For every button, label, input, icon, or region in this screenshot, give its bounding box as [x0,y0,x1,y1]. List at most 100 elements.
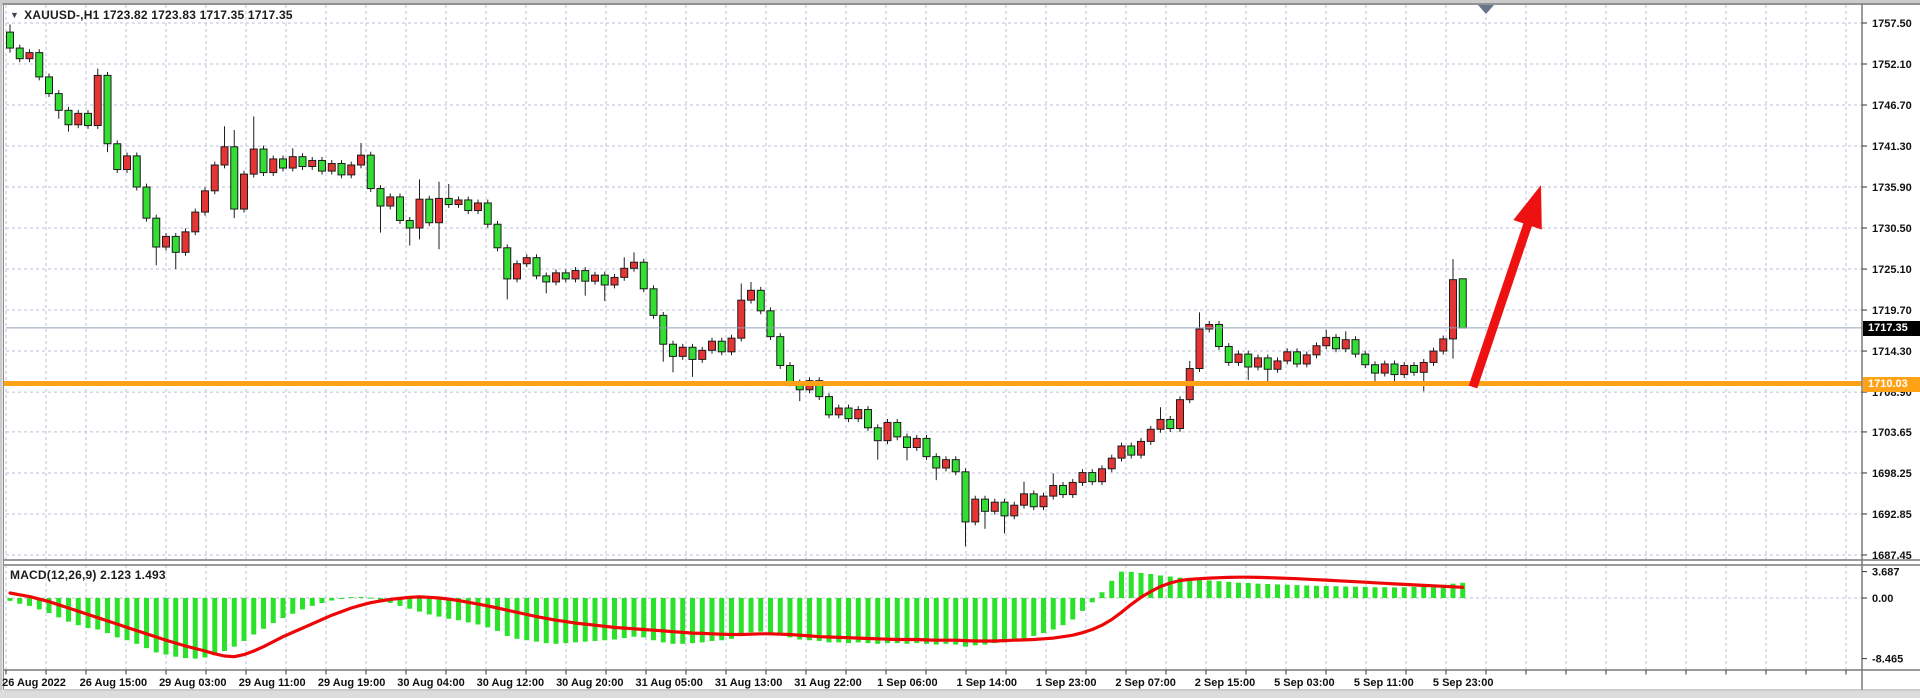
macd-histogram-bar [758,598,763,632]
macd-histogram-bar [1031,598,1036,636]
macd-histogram-bar [1246,583,1251,598]
bull-candle-body [1040,496,1047,507]
bear-candle-body [1225,347,1232,363]
candle [504,244,511,299]
candle [1303,351,1310,367]
macd-histogram-bar [495,598,500,631]
candle [1011,502,1018,519]
macd-histogram-bar [300,598,305,609]
bull-candle-body [631,262,638,268]
macd-histogram-bar [349,597,354,598]
bull-candle-body [1069,482,1076,494]
macd-histogram-bar [359,597,364,598]
bear-candle-body [172,236,179,252]
chart-shift-marker-icon[interactable] [1478,5,1494,14]
candle [172,233,179,269]
macd-histogram-bar [290,598,295,614]
trend-arrow-annotation[interactable] [1473,185,1542,387]
bull-candle-body [436,198,443,222]
macd-histogram-bar [437,598,442,617]
macd-histogram-bar [788,598,793,637]
candle [913,435,920,451]
bear-candle-body [7,32,14,48]
window-bottom-strip [0,691,1920,698]
macd-scale-label: 0.00 [1872,593,1893,605]
bear-candle-body [650,289,657,316]
symbol-dropdown-icon[interactable]: ▼ [10,10,19,20]
time-axis-label: 5 Sep 03:00 [1274,677,1335,689]
candle [1108,455,1115,472]
macd-histogram-bar [1080,598,1085,611]
macd-histogram-bar [973,598,978,645]
macd-histogram-bar [154,598,159,652]
candle [523,254,530,267]
bear-candle-body [1167,419,1174,428]
candle [455,197,462,208]
macd-histogram-bar [222,598,227,651]
bear-candle-body [133,156,140,187]
candle [1313,342,1320,358]
price-axis-label: 1752.10 [1872,59,1912,71]
bull-candle-body [1401,365,1408,374]
candle [718,338,725,355]
candle [211,162,218,195]
candle [962,468,969,546]
bear-candle-body [689,347,696,359]
bear-candle-body [16,48,23,59]
macd-histogram-bar [953,598,958,645]
candle [826,393,833,418]
candle [1167,416,1174,432]
bull-candle-body [1313,346,1320,355]
bear-candle-body [1362,354,1369,365]
bear-candle-body [962,472,969,522]
bull-candle-body [699,350,706,359]
macd-histogram-bar [1314,586,1319,598]
bull-candle-body [1235,354,1242,362]
macd-scale-label: 3.687 [1872,567,1900,579]
candle [679,344,686,360]
time-axis-label: 1 Sep 23:00 [1036,677,1097,689]
bear-candle-body [1060,485,1067,494]
macd-name: MACD(12,26,9) [10,568,97,582]
candle [904,433,911,460]
macd-histogram-bar [515,598,520,639]
candle [7,25,14,53]
macd-histogram-bar [1353,587,1358,598]
bull-candle-body [1108,458,1115,469]
macd-histogram-bar [1051,598,1056,630]
candle [46,74,53,98]
macd-histogram-bar [164,598,169,655]
bull-candle-body [241,174,248,209]
bull-candle-body [728,338,735,352]
trend-arrow-shaft [1473,219,1530,387]
bull-candle-body [192,212,199,232]
candle [1069,479,1076,498]
macd-histogram-bar [1139,573,1144,598]
price-axis-label: 1746.70 [1872,100,1912,112]
candle [1430,348,1437,366]
bull-candle-body [328,163,335,171]
candle [650,285,657,318]
bull-candle-body [1050,485,1057,496]
macd-histogram-bar [1187,579,1192,598]
macd-histogram-bar [1431,586,1436,598]
macd-histogram-bar [593,598,598,641]
candle [16,45,23,62]
macd-histogram-bar [281,598,286,618]
macd-histogram-bar [992,598,997,643]
candle [689,344,696,377]
candle [202,187,209,215]
bull-candle-body [748,290,755,300]
time-axis-label: 29 Aug 03:00 [159,677,226,689]
macd-histogram-bar [485,598,490,627]
price-axis-label: 1698.25 [1872,468,1912,480]
macd-histogram-bar [134,598,139,644]
current-price-tag: 1717.35 [1863,321,1920,336]
bull-candle-body [94,75,101,125]
macd-histogram-bar [680,598,685,644]
chart-canvas[interactable]: 1757.501752.101746.701741.301735.901730.… [0,0,1920,698]
candle [562,269,569,282]
bull-candle-body [1450,280,1457,339]
candle [865,406,872,431]
time-axis-label: 1 Sep 14:00 [957,677,1018,689]
